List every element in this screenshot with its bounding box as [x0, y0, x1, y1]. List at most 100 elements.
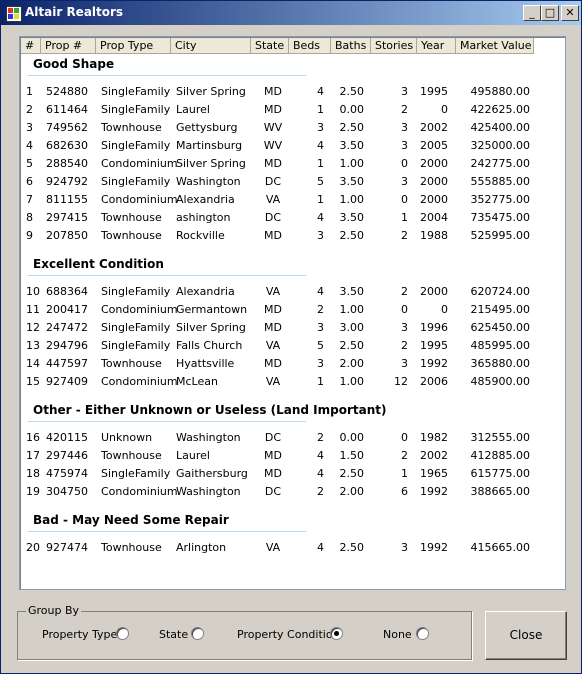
radio-state[interactable]	[191, 627, 204, 640]
table-cell: 425400.00	[470, 121, 531, 134]
group-header: Excellent Condition	[33, 257, 164, 271]
radio-label-state[interactable]: State	[159, 628, 188, 641]
radio-property-type[interactable]	[116, 627, 129, 640]
table-row[interactable]: 1 524880 SingleFamily Silver Spring MD 4 2.50 3…	[20, 83, 563, 101]
table-cell: 688364	[46, 285, 88, 298]
table-cell: Condominium	[101, 157, 178, 170]
column-header-4[interactable]: State	[251, 38, 289, 54]
table-cell: Silver Spring	[176, 321, 246, 334]
table-cell: 0	[401, 193, 408, 206]
table-cell: 1.00	[339, 157, 365, 170]
table-row[interactable]: 3 749562 Townhouse Gettysburg WV 3 2.50 3 2002 42…	[20, 119, 563, 137]
radio-property-condition[interactable]	[330, 627, 343, 640]
main-window: Altair Realtors _ □ ✕ # Prop # Prop Type Ci…	[0, 0, 582, 674]
table-cell: Washington	[176, 431, 241, 444]
close-button[interactable]: Close	[485, 611, 567, 660]
table-cell: 2	[401, 103, 408, 116]
table-cell: WV	[263, 139, 283, 152]
table-row[interactable]: 8 297415 Townhouse ashington DC 4 3.50 1 2004 735…	[20, 209, 563, 227]
radio-label-property-type[interactable]: Property Type	[42, 628, 117, 641]
column-header-6[interactable]: Baths	[331, 38, 371, 54]
minimize-button[interactable]: _	[523, 5, 541, 21]
table-cell: 2.50	[339, 339, 365, 352]
table-cell: MD	[264, 85, 282, 98]
table-cell: 2000	[420, 157, 448, 170]
table-cell: 325000.00	[470, 139, 531, 152]
table-cell: 1992	[420, 485, 448, 498]
table-cell: 422625.00	[470, 103, 531, 116]
table-cell: Washington	[176, 175, 241, 188]
table-row[interactable]: 16 420115 Unknown Washington DC 2 0.00 0 1982 312…	[20, 429, 563, 447]
table-cell: 475974	[46, 467, 88, 480]
table-row[interactable]: 19 304750 Condominium Washington DC 2 2.00 6 199…	[20, 483, 563, 501]
column-header-8[interactable]: Year	[417, 38, 456, 54]
table-cell: 9	[26, 229, 33, 242]
close-window-button[interactable]: ✕	[561, 5, 579, 21]
title-bar[interactable]: Altair Realtors _ □ ✕	[1, 1, 581, 25]
property-list[interactable]: # Prop # Prop Type City State Beds Baths Storie…	[19, 36, 566, 590]
table-row[interactable]: 2 611464 SingleFamily Laurel MD 1 0.00 2 0 422625…	[20, 101, 563, 119]
table-row[interactable]: 11 200417 Condominium Germantown MD 2 1.00 0 0 21…	[20, 301, 563, 319]
table-cell: McLean	[176, 375, 218, 388]
table-row[interactable]: 13 294796 SingleFamily Falls Church VA 5 2.50 2…	[20, 337, 563, 355]
table-cell: SingleFamily	[101, 103, 171, 116]
table-row[interactable]: 20 927474 Townhouse Arlington VA 4 2.50 3 1992 41…	[20, 539, 563, 557]
table-cell: 288540	[46, 157, 88, 170]
table-cell: 495880.00	[470, 85, 531, 98]
group-by-box: Group By Property Type State Property Co…	[17, 604, 472, 660]
table-row[interactable]: 9 207850 Townhouse Rockville MD 3 2.50 2 1988 525…	[20, 227, 563, 245]
table-cell: 1995	[420, 85, 448, 98]
column-header-3[interactable]: City	[171, 38, 251, 54]
table-cell: 2	[26, 103, 33, 116]
table-cell: SingleFamily	[101, 467, 171, 480]
table-cell: 4	[317, 541, 324, 554]
table-cell: 3.50	[339, 175, 365, 188]
column-header-9[interactable]: Market Value	[456, 38, 534, 54]
table-cell: 8	[26, 211, 33, 224]
table-cell: 0.00	[339, 103, 365, 116]
radio-label-property-condition[interactable]: Property Condition	[237, 628, 340, 641]
table-cell: 365880.00	[470, 357, 531, 370]
radio-label-none[interactable]: None	[383, 628, 412, 641]
table-row[interactable]: 15 927409 Condominium McLean VA 1 1.00 12 2006 48…	[20, 373, 563, 391]
table-cell: 1.00	[339, 375, 365, 388]
window-title: Altair Realtors	[25, 5, 124, 19]
table-cell: 2	[401, 285, 408, 298]
table-cell: 4	[317, 85, 324, 98]
table-cell: 12	[394, 375, 408, 388]
table-row[interactable]: 7 811155 Condominium Alexandria VA 1 1.00 0 2000…	[20, 191, 563, 209]
table-cell: VA	[265, 285, 281, 298]
table-cell: Condominium	[101, 485, 178, 498]
table-cell: 1992	[420, 357, 448, 370]
column-header-1[interactable]: Prop #	[41, 38, 96, 54]
table-cell: 927474	[46, 541, 88, 554]
table-row[interactable]: 6 924792 SingleFamily Washington DC 5 3.50 3 200…	[20, 173, 563, 191]
table-cell: 2.50	[339, 467, 365, 480]
table-row[interactable]: 4 682630 SingleFamily Martinsburg WV 4 3.50 3 20…	[20, 137, 563, 155]
table-cell: 1988	[420, 229, 448, 242]
table-cell: MD	[264, 321, 282, 334]
column-header-5[interactable]: Beds	[289, 38, 331, 54]
table-row[interactable]: 17 297446 Townhouse Laurel MD 4 1.50 2 2002 41288…	[20, 447, 563, 465]
table-cell: Washington	[176, 485, 241, 498]
table-cell: SingleFamily	[101, 85, 171, 98]
table-cell: 0	[441, 303, 448, 316]
table-cell: 12	[26, 321, 40, 334]
table-cell: 16	[26, 431, 40, 444]
column-header-2[interactable]: Prop Type	[96, 38, 171, 54]
radio-none[interactable]	[416, 627, 429, 640]
table-row[interactable]: 18 475974 SingleFamily Gaithersburg MD 4 2.50 1…	[20, 465, 563, 483]
table-row[interactable]: 12 247472 SingleFamily Silver Spring MD 3 3.00…	[20, 319, 563, 337]
column-header-7[interactable]: Stories	[371, 38, 417, 54]
group-separator	[28, 275, 306, 276]
table-cell: Townhouse	[101, 449, 162, 462]
table-cell: DC	[264, 211, 282, 224]
table-cell: 242775.00	[470, 157, 531, 170]
table-cell: MD	[264, 357, 282, 370]
table-row[interactable]: 14 447597 Townhouse Hyattsville MD 3 2.00 3 1992…	[20, 355, 563, 373]
table-row[interactable]: 10 688364 SingleFamily Alexandria VA 4 3.50 2 20…	[20, 283, 563, 301]
table-cell: 5	[317, 339, 324, 352]
table-row[interactable]: 5 288540 Condominium Silver Spring MD 1 1.00 0 2…	[20, 155, 563, 173]
column-header-0[interactable]: #	[21, 38, 41, 54]
maximize-button[interactable]: □	[541, 5, 559, 21]
